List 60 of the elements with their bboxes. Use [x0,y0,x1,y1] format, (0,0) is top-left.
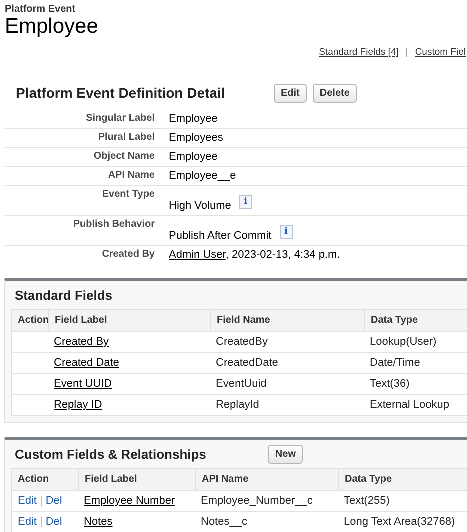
field-label: Singular Label [86,112,155,124]
user-link[interactable]: Admin User [169,249,226,261]
column-header[interactable]: Field Name [210,310,364,331]
row-action-link[interactable]: Edit [18,495,37,507]
table-cell-text: Notes__c [200,516,248,528]
section-link[interactable]: Custom Fiel [415,47,466,58]
field-label: Plural Label [98,131,155,143]
field-value: Employee [169,113,218,125]
separator: | [406,47,408,58]
column-header[interactable]: Field Label [78,469,195,490]
field-value: Employee__e [169,170,236,182]
page-title: Employee [5,15,98,39]
table-cell-text: Date/Time [369,357,422,369]
table-cell-text: CreatedBy [215,336,269,348]
section-title: Custom Fields & Relationships [15,446,206,462]
column-header[interactable]: Data Type [338,469,467,490]
column-header[interactable]: Action [12,310,48,331]
separator: | [40,495,43,507]
table-cell-text: Long Text Area(32768) [343,516,456,528]
field-value: Publish After Commit [169,230,272,242]
field-label: API Name [108,169,155,181]
field-link[interactable]: Notes [78,516,195,528]
field-label: Created By [102,248,155,260]
table-cell-text: CreatedDate [215,357,280,369]
column-header[interactable]: Data Type [364,310,467,331]
table-cell-text: Employee_Number__c [200,495,314,507]
info-icon[interactable]: i [280,225,293,239]
table-cell-text: Lookup(User) [369,336,438,348]
section-title: Standard Fields [15,288,113,302]
field-link[interactable]: Created Date [48,357,210,369]
table-cell-text: Text(255) [343,495,391,507]
section-title: Platform Event Definition Detail [16,85,226,101]
column-header[interactable]: Field Label [48,310,210,331]
field-label: Publish Behavior [73,218,155,230]
page-eyebrow: Platform Event [5,4,76,15]
field-label: Object Name [94,150,155,162]
new-button[interactable]: New [268,444,303,464]
action-button[interactable]: Edit [274,84,307,102]
field-link[interactable]: Event UUID [48,378,210,390]
field-link[interactable]: Replay ID [48,399,210,411]
section-link[interactable]: Standard Fields [4] [319,47,399,58]
separator: | [40,516,43,528]
column-header[interactable]: Action [12,469,78,490]
table-cell-text: External Lookup [369,399,450,411]
column-header[interactable]: API Name [195,469,338,490]
field-value: High Volume [169,200,232,212]
field-value: Admin User, 2023-02-13, 4:34 p.m. [169,249,340,261]
row-action-link[interactable]: Del [46,516,62,528]
action-button[interactable]: Delete [312,84,357,102]
field-value: Employees [169,132,224,144]
field-link[interactable]: Created By [48,336,210,348]
field-link[interactable]: Employee Number [78,495,195,507]
field-value: Employee [169,151,218,163]
row-action-link[interactable]: Del [46,495,62,507]
field-label: Event Type [102,188,155,200]
table-cell-text: ReplayId [215,399,260,411]
table-cell-text: EventUuid [215,378,268,390]
table-cell-text: Text(36) [369,378,411,390]
row-action-link[interactable]: Edit [18,516,37,528]
info-icon[interactable]: i [239,195,252,209]
